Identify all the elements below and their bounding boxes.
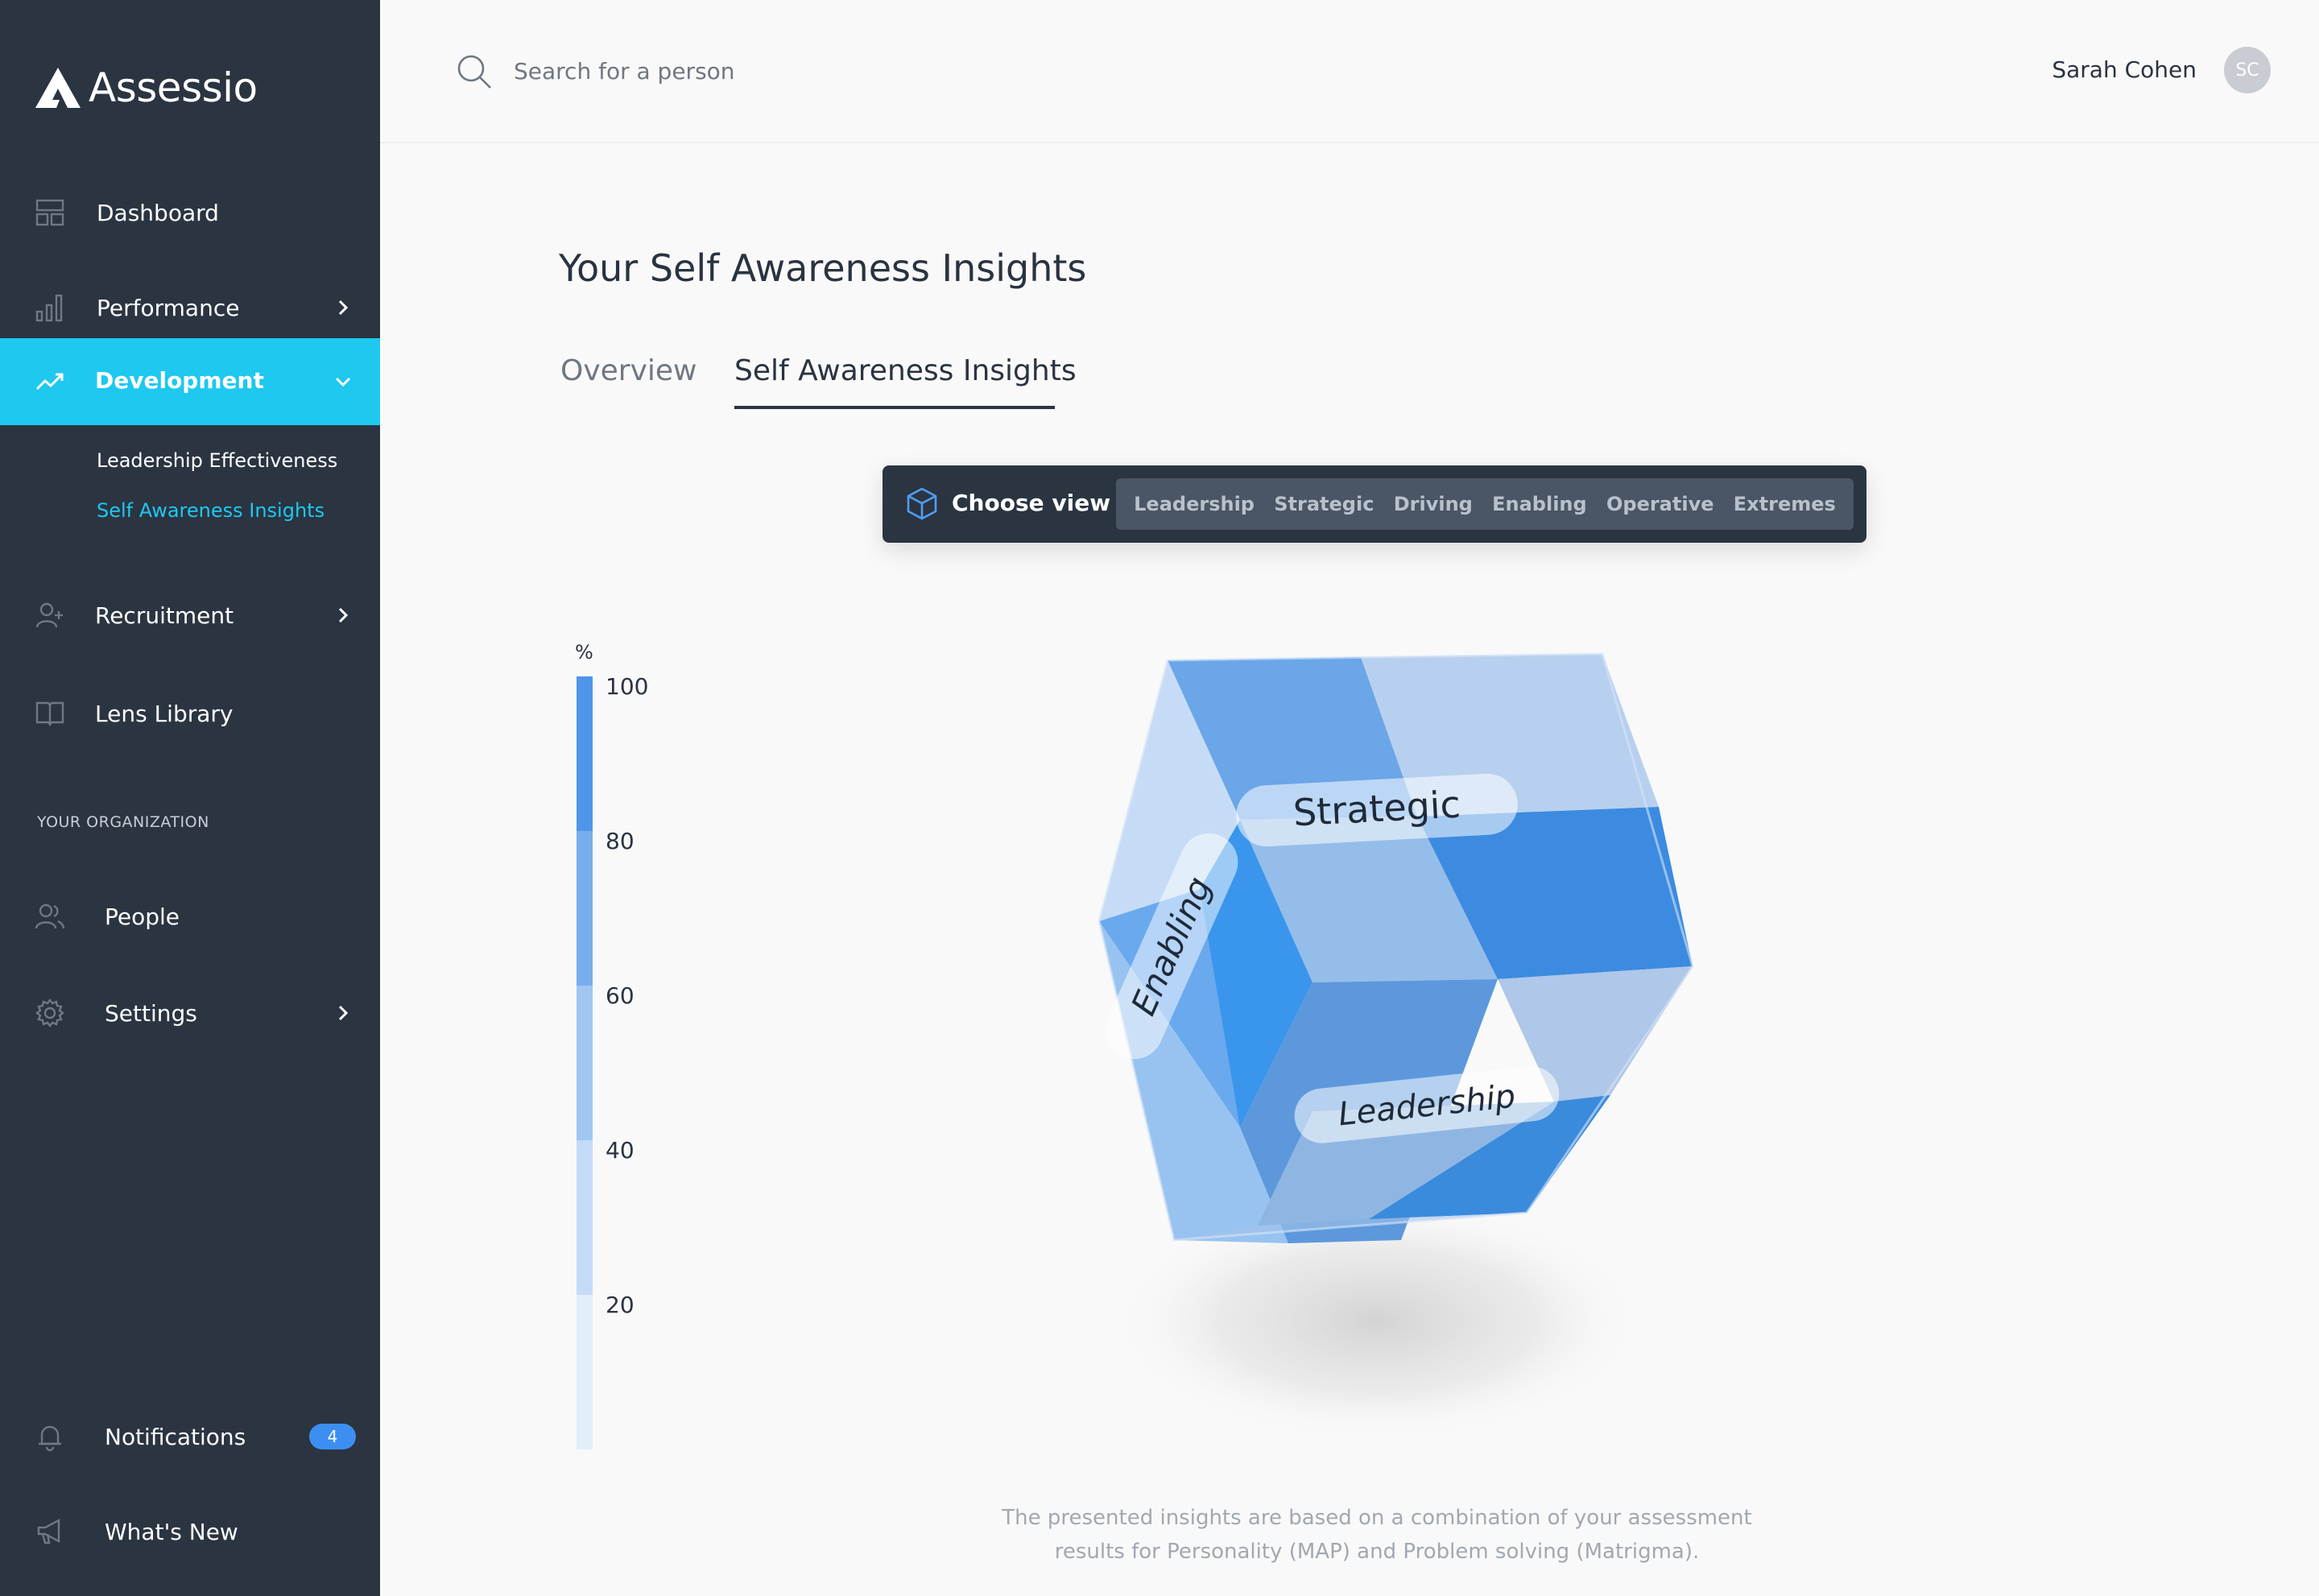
- view-option-strategic[interactable]: Strategic: [1274, 493, 1374, 515]
- view-option-enabling[interactable]: Enabling: [1492, 493, 1587, 515]
- color-scale-bar: [577, 676, 593, 1449]
- sidebar-item-development[interactable]: Development: [0, 338, 380, 425]
- sidebar-item-label: Performance: [97, 294, 240, 321]
- tab-overview[interactable]: Overview: [560, 354, 697, 387]
- section-label-your-organization: YOUR ORGANIZATION: [37, 813, 209, 831]
- scale-label-100: 100: [606, 673, 649, 700]
- chevron-right-icon: [332, 604, 354, 626]
- search-icon[interactable]: [456, 53, 493, 90]
- choose-view-toolbar: Choose view Leadership Strategic Driving…: [883, 465, 1866, 543]
- sidebar-item-whats-new[interactable]: What's New: [0, 1509, 380, 1554]
- scale-label-40: 40: [606, 1137, 635, 1164]
- brand-name: Assessio: [89, 64, 258, 111]
- sidebar-item-recruitment[interactable]: Recruitment: [0, 593, 380, 638]
- chevron-right-icon: [332, 1002, 354, 1024]
- view-option-leadership[interactable]: Leadership: [1134, 493, 1255, 515]
- people-icon: [34, 900, 66, 932]
- brand-logo[interactable]: Assessio: [35, 64, 258, 111]
- sidebar-item-people[interactable]: People: [0, 894, 380, 939]
- sidebar-item-label: What's New: [105, 1518, 238, 1545]
- dashboard-icon: [34, 196, 66, 229]
- tab-self-awareness-insights[interactable]: Self Awareness Insights: [734, 354, 1077, 387]
- scale-segment: [577, 1295, 593, 1449]
- bell-icon: [34, 1420, 66, 1453]
- sidebar-item-performance[interactable]: Performance: [0, 285, 380, 330]
- book-icon: [34, 697, 66, 730]
- insights-footnote: The presented insights are based on a co…: [966, 1501, 1788, 1569]
- trending-up-icon: [34, 366, 66, 398]
- chevron-right-icon: [332, 296, 354, 319]
- sidebar-item-dashboard[interactable]: Dashboard: [0, 190, 380, 235]
- top-bar: Sarah Cohen SC: [380, 0, 2319, 143]
- sidebar-subitem-leadership-effectiveness[interactable]: Leadership Effectiveness: [97, 449, 337, 472]
- scale-segment: [577, 676, 593, 831]
- chevron-down-icon: [332, 370, 354, 393]
- user-name[interactable]: Sarah Cohen: [2052, 56, 2197, 83]
- avatar[interactable]: SC: [2224, 47, 2271, 93]
- bar-chart-icon: [34, 291, 66, 324]
- sidebar-item-label: Settings: [105, 999, 197, 1027]
- scale-segment: [577, 831, 593, 986]
- sidebar-item-settings[interactable]: Settings: [0, 990, 380, 1036]
- scale-segment: [577, 1140, 593, 1295]
- cube-icon: [905, 486, 939, 520]
- megaphone-icon: [34, 1515, 66, 1548]
- scale-label-20: 20: [606, 1292, 635, 1318]
- choose-view-label: Choose view: [952, 490, 1111, 516]
- sidebar-item-lens-library[interactable]: Lens Library: [0, 691, 380, 736]
- scale-label-80: 80: [606, 828, 635, 854]
- scale-segment: [577, 986, 593, 1140]
- view-option-extremes[interactable]: Extremes: [1734, 493, 1836, 515]
- notification-count-badge: 4: [309, 1424, 356, 1449]
- view-option-operative[interactable]: Operative: [1606, 493, 1714, 515]
- search-input[interactable]: [514, 52, 997, 90]
- sidebar-item-notifications[interactable]: Notifications 4: [0, 1414, 380, 1459]
- page-title: Your Self Awareness Insights: [559, 246, 1087, 290]
- sidebar-item-label: Recruitment: [95, 602, 234, 629]
- insights-cube-graphic: Strategic Enabling Leadership: [1097, 652, 1694, 1441]
- scale-label-60: 60: [606, 982, 635, 1009]
- sidebar-item-label: People: [105, 903, 180, 930]
- view-option-driving[interactable]: Driving: [1394, 493, 1473, 515]
- gear-icon: [34, 997, 66, 1029]
- scale-unit: %: [575, 641, 593, 664]
- sidebar-item-label: Notifications: [105, 1423, 246, 1450]
- sidebar-item-label: Development: [95, 367, 264, 394]
- add-user-icon: [34, 599, 66, 631]
- active-tab-indicator: [734, 406, 1055, 409]
- insights-cube[interactable]: Strategic Enabling Leadership: [998, 628, 1771, 1466]
- sidebar: Assessio Dashboard Performance Developme…: [0, 0, 380, 1596]
- assessio-logo-icon: [35, 68, 81, 108]
- svg-text:Strategic: Strategic: [1292, 783, 1461, 835]
- footnote-line-2: results for Personality (MAP) and Proble…: [1054, 1540, 1700, 1564]
- sidebar-subitem-self-awareness-insights[interactable]: Self Awareness Insights: [97, 499, 324, 522]
- sidebar-item-label: Dashboard: [97, 199, 219, 226]
- view-options: Leadership Strategic Driving Enabling Op…: [1116, 478, 1854, 530]
- sidebar-item-label: Lens Library: [95, 700, 234, 727]
- footnote-line-1: The presented insights are based on a co…: [1002, 1506, 1752, 1530]
